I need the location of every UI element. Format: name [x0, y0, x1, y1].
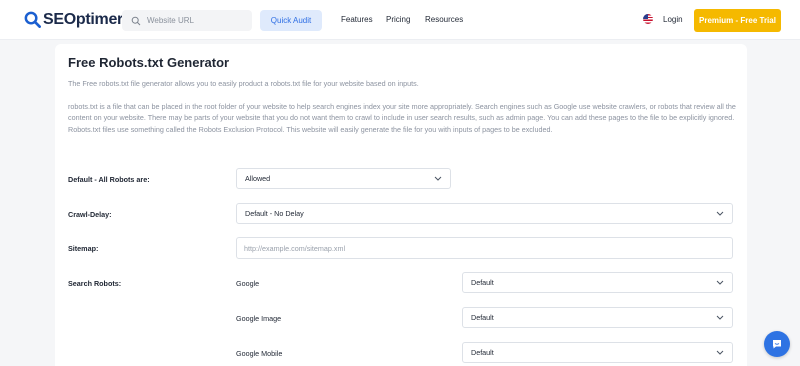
chat-widget-button[interactable] [764, 331, 790, 357]
top-navbar: SEOptimer Quick Audit Features Pricing R… [0, 0, 800, 40]
website-url-search[interactable] [122, 10, 252, 31]
chevron-down-icon [716, 211, 724, 216]
search-icon [131, 16, 141, 25]
seoptimer-logo-icon [24, 11, 41, 28]
intro-text: The Free robots.txt file generator allow… [68, 79, 419, 88]
default-robots-select[interactable]: Allowed [236, 168, 451, 189]
logo-text: SEOptimer [43, 10, 123, 28]
default-robots-value: Allowed [245, 174, 271, 183]
nav-pricing-link[interactable]: Pricing [386, 15, 410, 24]
crawl-delay-value: Default - No Delay [245, 209, 304, 218]
chevron-down-icon [434, 176, 442, 181]
robot-name-google: Google [236, 279, 260, 288]
nav-features-link[interactable]: Features [341, 15, 373, 24]
premium-trial-button[interactable]: Premium - Free Trial [694, 9, 781, 32]
robot-select-value: Default [471, 313, 494, 322]
nav-resources-link[interactable]: Resources [425, 15, 463, 24]
chevron-down-icon [716, 350, 724, 355]
quick-audit-button[interactable]: Quick Audit [260, 10, 322, 31]
search-robots-label: Search Robots: [68, 279, 122, 288]
website-url-input[interactable] [147, 16, 247, 25]
robot-select-google-image[interactable]: Default [462, 307, 733, 328]
robot-select-value: Default [471, 278, 494, 287]
robot-select-google[interactable]: Default [462, 272, 733, 293]
description-text: robots.txt is a file that can be placed … [68, 102, 736, 134]
chevron-down-icon [716, 315, 724, 320]
chat-icon [773, 340, 781, 349]
sitemap-input[interactable] [244, 243, 732, 253]
sitemap-field[interactable] [236, 237, 733, 259]
page-title: Free Robots.txt Generator [68, 55, 230, 70]
robot-name-google-mobile: Google Mobile [236, 349, 283, 358]
robot-select-value: Default [471, 348, 494, 357]
crawl-delay-select[interactable]: Default - No Delay [236, 203, 733, 224]
robot-name-google-image: Google Image [236, 314, 282, 323]
crawl-delay-label: Crawl-Delay: [68, 210, 112, 219]
chevron-down-icon [716, 280, 724, 285]
sitemap-label: Sitemap: [68, 244, 99, 253]
robot-select-google-mobile[interactable]: Default [462, 342, 733, 363]
us-flag-icon[interactable] [643, 14, 653, 24]
login-link[interactable]: Login [663, 15, 683, 24]
default-robots-label: Default - All Robots are: [68, 175, 150, 184]
logo[interactable]: SEOptimer [23, 10, 123, 29]
